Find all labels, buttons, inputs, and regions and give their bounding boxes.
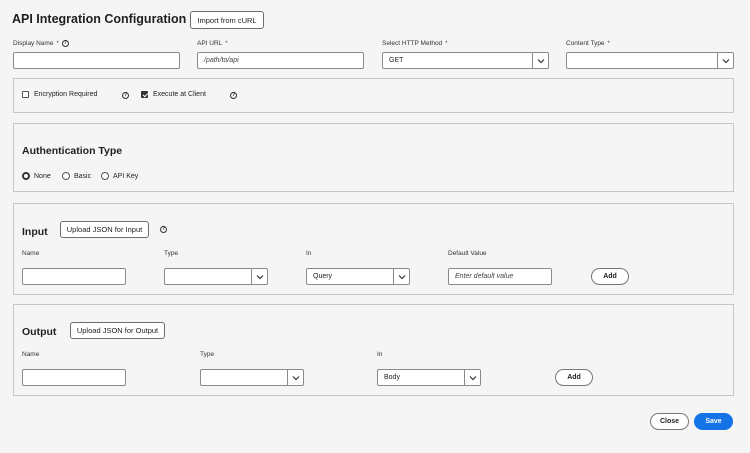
- content-type-label: Content Type *: [566, 40, 610, 47]
- input-col-default: Default Value: [448, 250, 487, 257]
- output-add-button[interactable]: Add: [555, 369, 593, 386]
- input-title: Input: [22, 226, 48, 238]
- input-type-select[interactable]: [164, 268, 268, 285]
- input-col-type: Type: [164, 250, 179, 257]
- output-col-name: Name: [22, 351, 40, 358]
- encryption-option[interactable]: Encryption Required: [22, 91, 97, 98]
- page-title: API Integration Configuration: [12, 12, 187, 26]
- input-in-value: Query: [313, 273, 333, 280]
- help-icon[interactable]: ?: [160, 226, 167, 233]
- output-in-value: Body: [384, 374, 400, 381]
- http-method-select[interactable]: GET: [382, 52, 549, 69]
- encryption-label: Encryption Required: [34, 91, 98, 98]
- upload-json-output-button[interactable]: Upload JSON for Output: [70, 322, 165, 339]
- chevron-down-icon[interactable]: [464, 370, 480, 385]
- execute-client-label: Execute at Client: [153, 91, 206, 98]
- required-mark: *: [445, 40, 448, 47]
- api-url-label: API URL *: [197, 40, 228, 47]
- import-curl-button[interactable]: Import from cURL: [190, 11, 264, 29]
- chevron-down-icon[interactable]: [251, 269, 267, 284]
- required-mark: *: [56, 40, 59, 47]
- encryption-checkbox[interactable]: [22, 91, 29, 98]
- output-col-in: In: [377, 351, 383, 358]
- auth-option-label: API Key: [113, 172, 139, 180]
- auth-option-basic[interactable]: Basic: [62, 172, 91, 180]
- input-in-select[interactable]: Query: [306, 268, 410, 285]
- chevron-down-icon[interactable]: [393, 269, 409, 284]
- http-method-label-text: Select HTTP Method: [382, 40, 443, 47]
- help-icon[interactable]: ?: [230, 92, 237, 99]
- output-in-select[interactable]: Body: [377, 369, 481, 386]
- output-title: Output: [22, 326, 57, 338]
- help-icon[interactable]: ?: [122, 92, 129, 99]
- chevron-down-icon[interactable]: [532, 53, 548, 68]
- http-method-value: GET: [389, 57, 404, 64]
- output-type-select[interactable]: [200, 369, 304, 386]
- output-name-field[interactable]: [22, 369, 126, 386]
- chevron-down-icon[interactable]: [717, 53, 733, 68]
- display-name-label-text: Display Name: [13, 40, 54, 47]
- content-type-select[interactable]: [566, 52, 734, 69]
- auth-option-label: Basic: [74, 172, 92, 180]
- http-method-label: Select HTTP Method *: [382, 40, 448, 47]
- content-type-label-text: Content Type: [566, 40, 605, 47]
- auth-option-label: None: [34, 172, 51, 180]
- chevron-down-icon[interactable]: [287, 370, 303, 385]
- radio-button[interactable]: [62, 172, 70, 180]
- radio-button[interactable]: [101, 172, 109, 180]
- input-col-name: Name: [22, 250, 40, 257]
- input-col-in: In: [306, 250, 312, 257]
- execute-client-option[interactable]: Execute at Client: [141, 91, 206, 98]
- auth-option-api-key[interactable]: API Key: [101, 172, 138, 180]
- auth-title: Authentication Type: [22, 145, 123, 157]
- required-mark: *: [225, 40, 228, 47]
- input-add-button[interactable]: Add: [591, 268, 629, 285]
- display-name-input[interactable]: [13, 52, 180, 69]
- input-name-field[interactable]: [22, 268, 126, 285]
- execute-client-checkbox[interactable]: [141, 91, 148, 98]
- radio-button[interactable]: [22, 172, 30, 180]
- upload-json-input-button[interactable]: Upload JSON for Input: [60, 221, 149, 238]
- input-default-field[interactable]: Enter default value: [448, 268, 552, 285]
- api-url-input[interactable]: /path/to/api: [197, 52, 364, 69]
- save-button[interactable]: Save: [694, 413, 733, 430]
- required-mark: *: [607, 40, 610, 47]
- close-button[interactable]: Close: [650, 413, 689, 430]
- help-icon[interactable]: ?: [61, 40, 69, 47]
- authentication-panel: [13, 123, 734, 192]
- display-name-label: Display Name * ?: [13, 40, 69, 47]
- output-col-type: Type: [200, 351, 215, 358]
- api-url-label-text: API URL: [197, 40, 223, 47]
- auth-option-none[interactable]: None: [22, 172, 51, 180]
